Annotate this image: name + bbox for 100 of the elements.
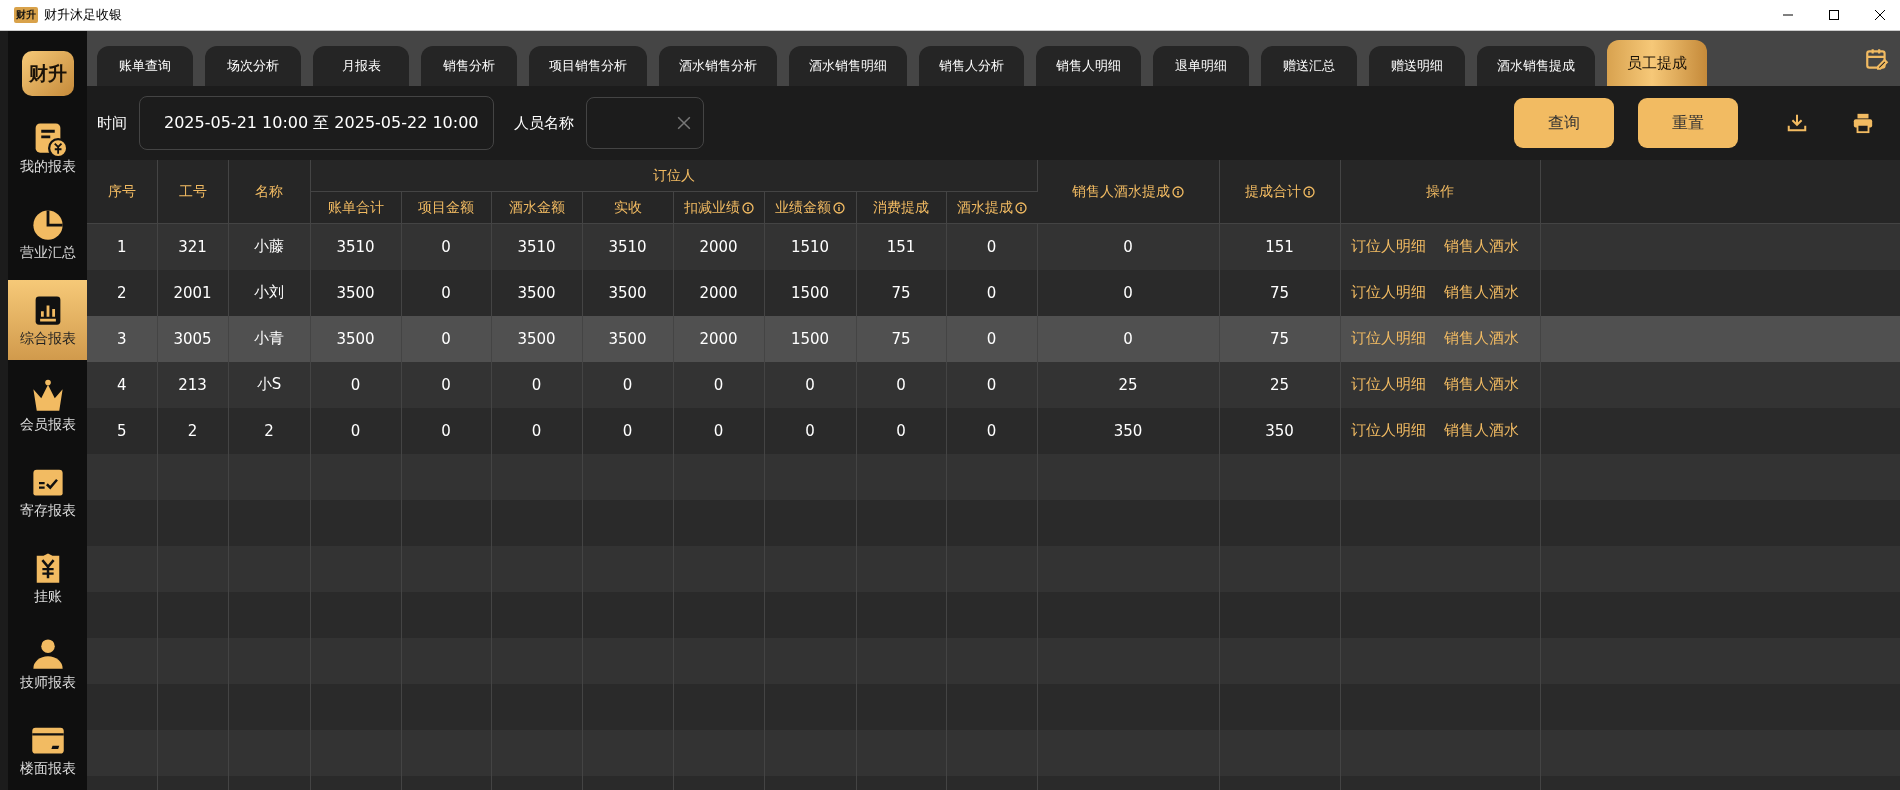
sidebar-item-label: 楼面报表 — [19, 760, 76, 778]
sidebar-item[interactable]: 我的报表 — [8, 108, 87, 188]
table-cell: 0 — [986, 237, 997, 256]
tab[interactable]: 月报表 — [313, 46, 409, 86]
table-cell: 0 — [441, 375, 451, 394]
info-icon[interactable] — [1172, 185, 1184, 198]
sidebar-item-label: 技师报表 — [19, 674, 76, 692]
booker-detail-link[interactable]: 订位人明细 — [1350, 421, 1426, 439]
table-cell: 2 — [264, 421, 274, 440]
staff-name-field[interactable] — [585, 97, 704, 149]
table-row[interactable]: 3 3005 小青 3500 0 3500 3500 2000 1500 75 0 0 75 订位人明细 销售人酒水 — [87, 315, 1900, 362]
seller-drinks-link[interactable]: 销售人酒水 — [1443, 329, 1519, 347]
calendar-edit-icon[interactable] — [1864, 46, 1890, 72]
tab[interactable]: 酒水销售明细 — [789, 46, 907, 86]
column-header: 消费提成 — [873, 198, 929, 217]
table-cell: 小刘 — [254, 283, 284, 301]
tab[interactable]: 员工提成 — [1607, 40, 1707, 86]
booker-detail-link[interactable]: 订位人明细 — [1350, 283, 1426, 301]
clear-icon[interactable] — [676, 116, 691, 130]
tab[interactable]: 项目销售分析 — [529, 46, 647, 86]
sidebar-item[interactable]: 会员报表 — [8, 366, 87, 446]
tab[interactable]: 退单明细 — [1153, 46, 1249, 86]
tab[interactable]: 赠送汇总 — [1261, 46, 1357, 86]
table-cell: 75 — [1269, 283, 1290, 302]
tab[interactable]: 酒水销售分析 — [659, 46, 777, 86]
tab[interactable]: 账单查询 — [97, 46, 193, 86]
seller-drinks-link[interactable]: 销售人酒水 — [1443, 421, 1519, 439]
table-row[interactable]: 4 213 小S 0 0 0 0 0 0 0 0 25 25 订位人明细 销售人酒水 — [87, 361, 1900, 408]
tab[interactable]: 销售人明细 — [1036, 46, 1141, 86]
tab[interactable]: 场次分析 — [205, 46, 301, 86]
table-cell: 0 — [896, 421, 906, 440]
print-icon[interactable] — [1852, 112, 1874, 134]
info-icon[interactable] — [1302, 185, 1315, 198]
table-cell: 小藤 — [254, 237, 284, 256]
sidebar-item-label: 挂账 — [33, 588, 62, 606]
sidebar-item[interactable]: 挂账 — [8, 538, 87, 618]
seller-drinks-link[interactable]: 销售人酒水 — [1443, 375, 1519, 393]
sidebar-item[interactable]: 楼面报表 — [8, 710, 87, 790]
table-cell: 0 — [805, 421, 815, 440]
seller-drinks-link[interactable]: 销售人酒水 — [1443, 283, 1519, 301]
table-cell: 25 — [1269, 375, 1290, 394]
sidebar-item[interactable]: 营业汇总 — [8, 194, 87, 274]
table-cell: 2000 — [699, 283, 738, 302]
table-cell: 350 — [1265, 421, 1294, 440]
download-icon[interactable] — [1786, 112, 1808, 134]
date-range-field[interactable]: 2025-05-21 10:00 至 2025-05-22 10:00 — [139, 96, 494, 150]
table-cell: 2 — [116, 283, 127, 302]
table-cell: 3500 — [608, 283, 647, 302]
query-button[interactable]: 查询 — [1514, 98, 1614, 148]
table-cell: 0 — [350, 375, 361, 394]
sidebar-item[interactable]: 技师报表 — [8, 624, 87, 704]
sidebar-item-label: 会员报表 — [19, 416, 76, 434]
table-row[interactable]: 1 321 小藤 3510 0 3510 3510 2000 1510 151 0 0 151 订位人明细 销售人酒水 — [87, 223, 1900, 270]
table-cell: 3510 — [336, 237, 375, 256]
booker-detail-link[interactable]: 订位人明细 — [1350, 375, 1426, 393]
tab[interactable]: 赠送明细 — [1369, 46, 1465, 86]
column-header: 工号 — [178, 182, 207, 201]
table-cell: 3500 — [608, 329, 647, 348]
table-cell: 0 — [441, 283, 451, 302]
sidebar-item[interactable]: 综合报表 — [8, 280, 87, 360]
booker-detail-link[interactable]: 订位人明细 — [1350, 237, 1426, 256]
seller-drinks-link[interactable]: 销售人酒水 — [1443, 237, 1519, 256]
booker-detail-link[interactable]: 订位人明细 — [1350, 329, 1426, 347]
time-label: 时间 — [97, 113, 127, 133]
table-cell: 0 — [1123, 329, 1133, 348]
table-cell: 0 — [441, 421, 451, 440]
sidebar-item-label: 综合报表 — [19, 330, 76, 348]
table-cell: 3500 — [517, 329, 556, 348]
column-header: 销售人酒水提成 — [1072, 182, 1170, 201]
table-cell: 0 — [986, 283, 997, 302]
window-title: 财升沐足收银 — [44, 6, 122, 24]
info-icon[interactable] — [741, 201, 754, 214]
tab[interactable]: 销售分析 — [421, 46, 517, 86]
table-cell: 0 — [531, 375, 542, 394]
sidebar-item[interactable]: 寄存报表 — [8, 452, 87, 532]
table-cell: 0 — [441, 237, 451, 256]
table-row[interactable]: 5 2 2 0 0 0 0 0 0 0 0 350 350 订位人明细 销售人酒水 — [87, 407, 1900, 454]
column-header: 操作 — [1426, 182, 1454, 201]
column-header: 酒水金额 — [508, 198, 565, 217]
sidebar-item-label: 营业汇总 — [19, 244, 76, 262]
table-cell: 1500 — [790, 329, 830, 348]
close-icon[interactable] — [1874, 9, 1886, 21]
table-cell: 0 — [1123, 283, 1133, 302]
reset-button[interactable]: 重置 — [1638, 98, 1738, 148]
table-row[interactable]: 2 2001 小刘 3500 0 3500 3500 2000 1500 75 0 0 75 订位人明细 销售人酒水 — [87, 269, 1900, 316]
maximize-icon[interactable] — [1828, 9, 1840, 21]
table-cell: 4 — [116, 375, 127, 394]
tab[interactable]: 酒水销售提成 — [1477, 46, 1595, 86]
table-cell: 0 — [713, 375, 724, 394]
table-cell: 0 — [986, 329, 997, 348]
tab[interactable]: 销售人分析 — [919, 46, 1024, 86]
app-logo: 财升 — [21, 51, 74, 96]
table-cell: 小S — [256, 375, 282, 393]
info-icon[interactable] — [1014, 201, 1027, 214]
table-cell: 1500 — [790, 283, 830, 302]
table-cell: 3500 — [517, 283, 556, 302]
column-header: 序号 — [107, 182, 136, 201]
table-cell: 0 — [986, 375, 997, 394]
table-cell: 2000 — [699, 329, 738, 348]
info-icon[interactable] — [833, 201, 845, 214]
